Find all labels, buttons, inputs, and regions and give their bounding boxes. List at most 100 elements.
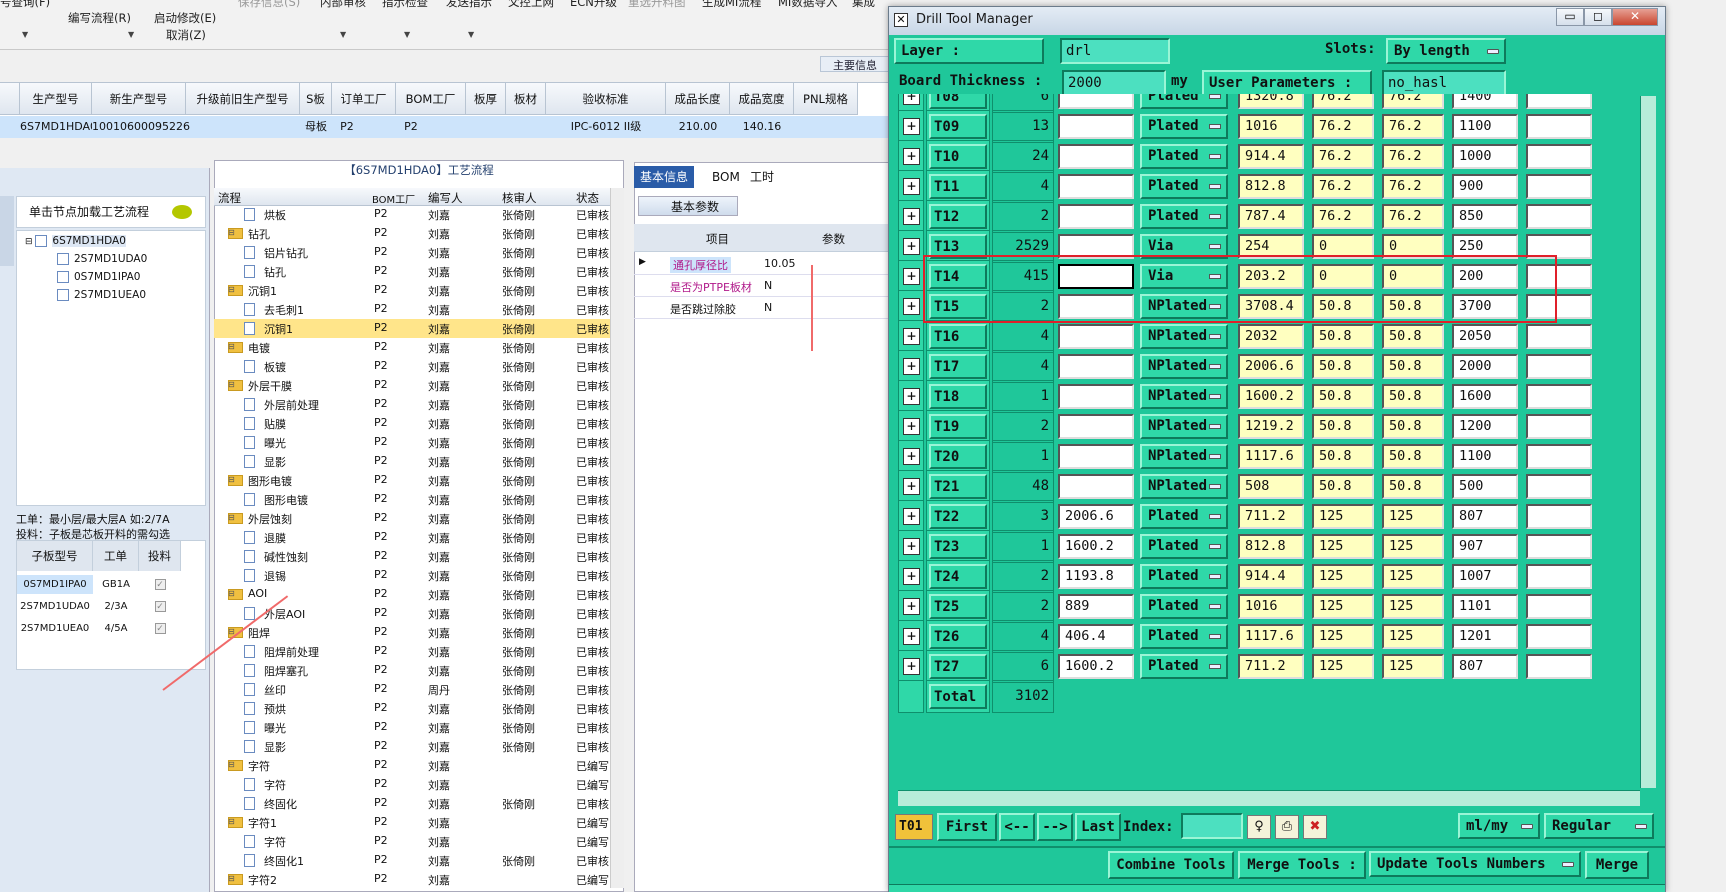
bit-size-field[interactable]: 907 xyxy=(1452,534,1518,559)
ribbon-reselect[interactable]: 重选开料图 xyxy=(628,0,686,10)
tool-type-dropdown[interactable]: Plated xyxy=(1140,204,1228,229)
flow-row[interactable]: 去毛刺1 P2 刘嘉 张倚刚 已审核 xyxy=(214,300,610,319)
table-cell[interactable]: 0S7MD1IPA0 xyxy=(17,575,93,594)
tool-finish-field[interactable]: 1600.2 xyxy=(1058,534,1134,559)
tol-plus-field[interactable]: 50.8 xyxy=(1312,444,1374,469)
extra-field[interactable] xyxy=(1526,594,1592,619)
tool-type-dropdown[interactable]: NPlated xyxy=(1140,384,1228,409)
tool-name-button[interactable]: T23 xyxy=(929,534,987,559)
tree-item[interactable]: 0S7MD1IPA0 xyxy=(57,271,140,283)
tool-name-button[interactable]: T20 xyxy=(929,444,987,469)
expand-icon[interactable]: + xyxy=(903,94,920,105)
bit-size-field[interactable]: 1101 xyxy=(1452,594,1518,619)
tool-type-dropdown[interactable]: Plated xyxy=(1140,174,1228,199)
column-header[interactable]: 板厚 xyxy=(466,83,506,115)
ribbon-generate-mi[interactable]: 生成MI流程 xyxy=(702,0,761,10)
tool-type-dropdown[interactable]: Plated xyxy=(1140,624,1228,649)
expand-icon[interactable]: + xyxy=(903,388,920,405)
column-header[interactable]: BOM工厂 xyxy=(372,191,415,206)
tool-finish-field[interactable] xyxy=(1058,384,1134,409)
tol-minus-field[interactable]: 125 xyxy=(1382,624,1444,649)
index-field[interactable] xyxy=(1181,813,1243,839)
drill-size-field[interactable]: 914.4 xyxy=(1238,564,1304,589)
drill-size-field[interactable]: 812.8 xyxy=(1238,534,1304,559)
drill-size-field[interactable]: 508 xyxy=(1238,474,1304,499)
table-row[interactable]: 是否跳过除胶 N xyxy=(634,297,890,319)
bit-size-field[interactable]: 807 xyxy=(1452,504,1518,529)
flow-row[interactable]: 图形电镀 P2 刘嘉 张倚刚 已审核 xyxy=(214,490,610,509)
tol-plus-field[interactable]: 125 xyxy=(1312,594,1374,619)
tol-minus-field[interactable]: 125 xyxy=(1382,594,1444,619)
tol-minus-field[interactable]: 76.2 xyxy=(1382,114,1444,139)
flow-row[interactable]: 沉铜1 P2 刘嘉 张倚刚 已审核 xyxy=(214,319,610,338)
tool-finish-field[interactable] xyxy=(1058,174,1134,199)
column-header[interactable]: 项目 xyxy=(706,231,729,247)
tool-finish-field[interactable]: 406.4 xyxy=(1058,624,1134,649)
vertical-scrollbar[interactable] xyxy=(1640,96,1656,788)
ribbon-ecn[interactable]: ECN升级 xyxy=(570,0,617,10)
extra-field[interactable] xyxy=(1526,384,1592,409)
layer-field[interactable]: drl xyxy=(1060,38,1170,64)
drill-size-field[interactable]: 1600.2 xyxy=(1238,384,1304,409)
bit-size-field[interactable]: 1201 xyxy=(1452,624,1518,649)
ribbon-send[interactable]: 发送指示 xyxy=(446,0,492,10)
tol-plus-field[interactable]: 76.2 xyxy=(1312,114,1374,139)
tol-plus-field[interactable]: 125 xyxy=(1312,564,1374,589)
drill-size-field[interactable]: 812.8 xyxy=(1238,174,1304,199)
flow-row[interactable]: 终固化 P2 刘嘉 张倚刚 已审核 xyxy=(214,794,610,813)
column-header[interactable]: 工单 xyxy=(93,541,139,571)
maximize-button[interactable]: ◻ xyxy=(1584,8,1612,26)
drill-size-field[interactable]: 2032 xyxy=(1238,324,1304,349)
chevron-down-icon[interactable]: ▼ xyxy=(22,30,28,39)
tool-name-button[interactable]: T10 xyxy=(929,144,987,169)
ribbon-internal-review[interactable]: 内部审核 xyxy=(320,0,366,10)
tool-row[interactable]: + T26 4 406.4 Plated 1117.6 125 125 1201 xyxy=(898,620,1636,653)
ribbon-query[interactable]: 号查询(F) xyxy=(0,0,50,10)
flow-row[interactable]: ⊟ AOI P2 刘嘉 张倚刚 已审核 xyxy=(214,585,610,604)
bit-size-field[interactable]: 1600 xyxy=(1452,384,1518,409)
drill-size-field[interactable]: 711.2 xyxy=(1238,654,1304,679)
extra-field[interactable] xyxy=(1526,534,1592,559)
table-cell[interactable]: 2S7MD1UEA0 xyxy=(17,619,93,638)
drill-size-field[interactable]: 914.4 xyxy=(1238,144,1304,169)
tool-name-button[interactable]: T27 xyxy=(929,654,987,679)
first-button[interactable]: First xyxy=(937,813,997,841)
flow-row[interactable]: 钻孔 P2 刘嘉 张倚刚 已审核 xyxy=(214,262,610,281)
tool-name-button[interactable]: T22 xyxy=(929,504,987,529)
flow-row[interactable]: 阻焊前处理 P2 刘嘉 张倚刚 已审核 xyxy=(214,642,610,661)
column-header[interactable]: 板材 xyxy=(506,83,546,115)
flow-row[interactable]: ⊟ 字符 P2 刘嘉 已编写 xyxy=(214,756,610,775)
column-header[interactable]: 流程 xyxy=(218,190,241,206)
table-row[interactable]: ▶ 通孔厚径比 10.05 xyxy=(634,253,890,275)
extra-field[interactable] xyxy=(1526,654,1592,679)
extra-field[interactable] xyxy=(1526,414,1592,439)
tool-type-dropdown[interactable]: Plated xyxy=(1140,94,1228,109)
delete-icon[interactable]: ✖ xyxy=(1303,815,1327,839)
column-header[interactable]: S板 xyxy=(300,83,332,115)
ribbon-edit-flow[interactable]: 编写流程(R) xyxy=(68,10,131,26)
tool-row[interactable]: + T24 2 1193.8 Plated 914.4 125 125 1007 xyxy=(898,560,1636,593)
extra-field[interactable] xyxy=(1526,354,1592,379)
expand-icon[interactable]: + xyxy=(903,508,920,525)
bit-size-field[interactable]: 2050 xyxy=(1452,324,1518,349)
checkbox[interactable]: ✓ xyxy=(139,575,181,594)
tol-plus-field[interactable]: 50.8 xyxy=(1312,354,1374,379)
chevron-down-icon[interactable]: ▼ xyxy=(128,30,134,39)
drill-size-field[interactable]: 2006.6 xyxy=(1238,354,1304,379)
table-cell[interactable]: 4/5A xyxy=(93,619,139,638)
column-header[interactable]: 订单工厂 xyxy=(332,83,396,115)
flow-row[interactable]: 外层前处理 P2 刘嘉 张倚刚 已审核 xyxy=(214,395,610,414)
tol-minus-field[interactable]: 125 xyxy=(1382,564,1444,589)
tool-finish-field[interactable] xyxy=(1058,414,1134,439)
tool-type-dropdown[interactable]: Plated xyxy=(1140,504,1228,529)
column-header[interactable]: 升级前旧生产型号 xyxy=(186,83,300,115)
extra-field[interactable] xyxy=(1526,94,1592,109)
tool-row[interactable]: + T25 2 889 Plated 1016 125 125 1101 xyxy=(898,590,1636,623)
tol-plus-field[interactable]: 76.2 xyxy=(1312,174,1374,199)
flow-row[interactable]: ⊟ 图形电镀 P2 刘嘉 张倚刚 已审核 xyxy=(214,471,610,490)
tol-minus-field[interactable]: 50.8 xyxy=(1382,414,1444,439)
flow-row[interactable]: 贴膜 P2 刘嘉 张倚刚 已审核 xyxy=(214,414,610,433)
flow-row[interactable]: 终固化1 P2 刘嘉 张倚刚 已审核 xyxy=(214,851,610,870)
tool-row[interactable]: + T18 1 NPlated 1600.2 50.8 50.8 1600 xyxy=(898,380,1636,413)
ribbon-cancel[interactable]: 取消(Z) xyxy=(166,27,206,43)
